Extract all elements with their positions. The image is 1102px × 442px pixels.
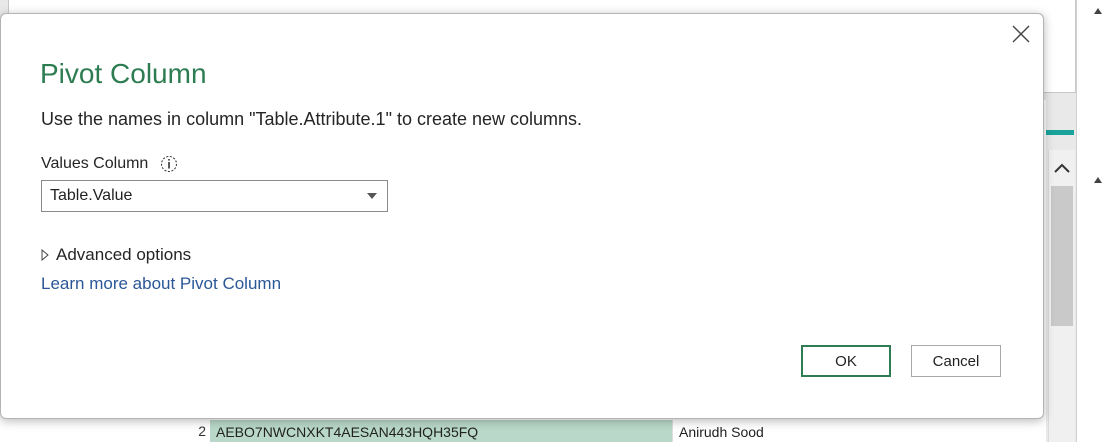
values-column-label-row: Values Column	[41, 155, 178, 173]
ok-button[interactable]: OK	[801, 345, 891, 377]
caret-up-icon[interactable]	[1094, 171, 1102, 183]
row-number: 2	[198, 423, 206, 439]
close-button[interactable]	[1007, 22, 1035, 50]
close-icon	[1012, 25, 1030, 48]
values-column-select[interactable]: Table.Value	[41, 180, 388, 212]
chevron-down-icon[interactable]	[357, 181, 387, 211]
info-icon[interactable]	[160, 155, 178, 173]
table-cell-name[interactable]: Anirudh Sood	[672, 420, 764, 442]
background-right-pane	[1076, 0, 1102, 442]
background-accent-bar	[1046, 130, 1074, 135]
chevron-up-icon[interactable]	[1052, 156, 1072, 180]
learn-more-link[interactable]: Learn more about Pivot Column	[41, 274, 281, 294]
advanced-options-label: Advanced options	[56, 245, 192, 264]
table-row: 2 AEBO7NWCNXKT4AESAN443HQH35FQ Anirudh S…	[0, 420, 1046, 442]
values-column-label: Values Column	[41, 155, 149, 172]
dialog-description: Use the names in column "Table.Attribute…	[41, 109, 583, 129]
pivot-column-dialog: Pivot Column Use the names in column "Ta…	[0, 13, 1044, 419]
table-cell-id[interactable]: AEBO7NWCNXKT4AESAN443HQH35FQ	[210, 420, 672, 442]
caret-right-icon	[39, 248, 51, 262]
scrollbar-thumb[interactable]	[1051, 186, 1073, 326]
advanced-options-toggle[interactable]: Advanced options	[39, 245, 191, 265]
dialog-title: Pivot Column	[40, 58, 207, 89]
caret-up-icon[interactable]	[1094, 2, 1102, 14]
values-column-selected: Table.Value	[50, 187, 133, 204]
cancel-button[interactable]: Cancel	[911, 345, 1001, 377]
